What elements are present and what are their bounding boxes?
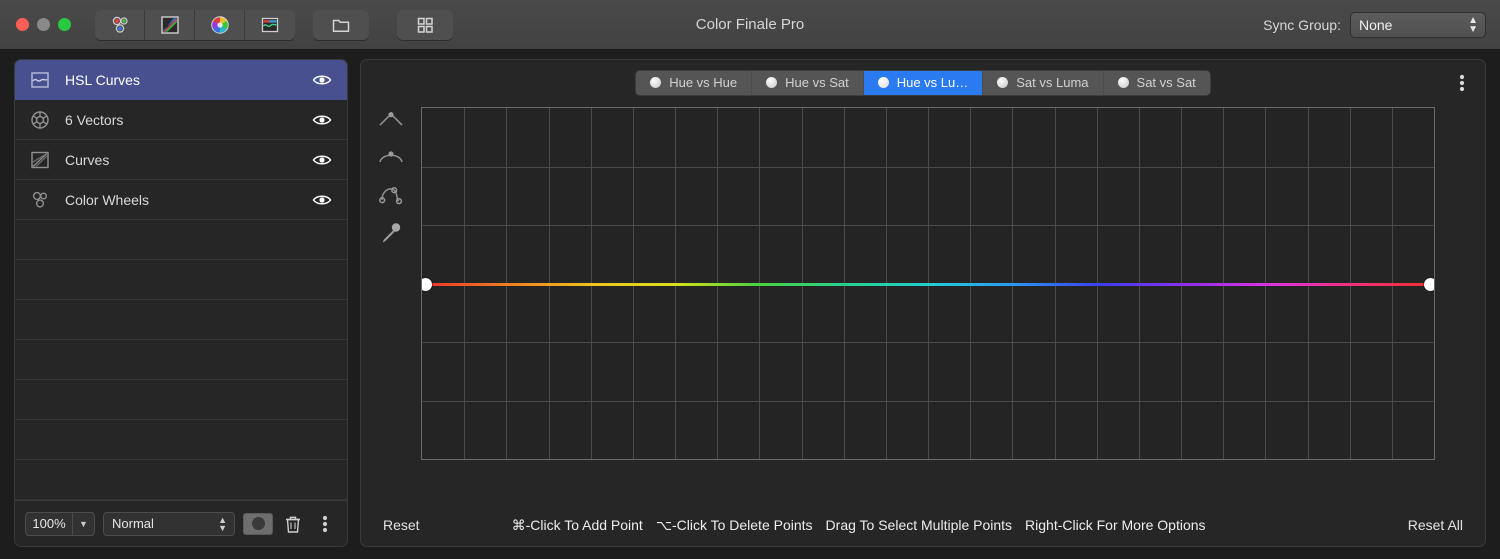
- visibility-toggle-icon[interactable]: [311, 109, 333, 131]
- blend-mode-select[interactable]: Normal ▲ ▼: [103, 511, 235, 536]
- tab-label: Hue vs Lu…: [896, 75, 969, 90]
- close-button[interactable]: [16, 18, 29, 31]
- chevron-updown-icon: ▲ ▼: [1468, 14, 1478, 35]
- tab-dot-icon: [650, 77, 662, 88]
- opacity-value: 100%: [32, 516, 66, 531]
- sync-group-label: Sync Group:: [1263, 16, 1341, 33]
- eyedropper-icon[interactable]: [376, 221, 406, 245]
- tab-hue-vs-luma[interactable]: Hue vs Lu…: [863, 70, 984, 95]
- corner-point-icon[interactable]: [376, 107, 406, 131]
- layer-more-button[interactable]: [313, 514, 337, 534]
- delete-layer-button[interactable]: [281, 514, 305, 534]
- reset-all-button[interactable]: Reset All: [1408, 517, 1463, 533]
- folder-icon[interactable]: [313, 9, 369, 40]
- hue-curve-line[interactable]: [422, 283, 1434, 286]
- tab-sat-vs-luma[interactable]: Sat vs Luma: [983, 70, 1104, 95]
- layer-row-empty: [15, 260, 347, 300]
- panel-more-button[interactable]: [1451, 70, 1473, 96]
- curve-mode-tabbar: Hue vs Hue Hue vs Sat Hue vs Lu… Sat vs …: [361, 60, 1485, 105]
- visibility-toggle-icon[interactable]: [311, 69, 333, 91]
- traffic-lights: [16, 18, 71, 31]
- color-wheels-icon[interactable]: [95, 9, 145, 40]
- graph-area: [361, 105, 1485, 504]
- six-vectors-icon[interactable]: [195, 9, 245, 40]
- layer-row-empty: [15, 340, 347, 380]
- tab-label: Hue vs Sat: [785, 75, 849, 90]
- chevron-updown-icon: ▲ ▼: [218, 514, 227, 533]
- smooth-point-icon[interactable]: [376, 145, 406, 169]
- hsl-curves-icon[interactable]: [245, 9, 295, 40]
- curve-mode-tabs[interactable]: Hue vs Hue Hue vs Sat Hue vs Lu… Sat vs …: [635, 69, 1211, 96]
- layer-row-empty: [15, 460, 347, 500]
- shortcut-hints: ⌘-Click To Add Point ⌥-Click To Delete P…: [512, 517, 1206, 534]
- layer-row-empty: [15, 420, 347, 460]
- tab-hue-vs-hue[interactable]: Hue vs Hue: [636, 70, 753, 95]
- layer-label: Color Wheels: [65, 191, 150, 208]
- grid-line-horizontal: [422, 167, 1434, 168]
- layers-sidebar: HSL Curves 6 Vectors Curves Color Wheels…: [14, 59, 348, 547]
- sidebar-item-curves[interactable]: Curves: [15, 140, 347, 180]
- sidebar-item-hsl-curves[interactable]: HSL Curves: [15, 60, 347, 100]
- bezier-node-icon[interactable]: [376, 183, 406, 207]
- minimize-button[interactable]: [37, 18, 50, 31]
- tab-hue-vs-sat[interactable]: Hue vs Sat: [752, 70, 864, 95]
- tab-dot-icon: [766, 77, 778, 88]
- color-wheels-icon: [27, 187, 53, 213]
- sidebar-item-color-wheels[interactable]: Color Wheels: [15, 180, 347, 220]
- layer-label: Curves: [65, 151, 110, 168]
- hint-select-multiple: Drag To Select Multiple Points: [825, 516, 1013, 533]
- visibility-toggle-icon[interactable]: [311, 189, 333, 211]
- layer-list: HSL Curves 6 Vectors Curves Color Wheels: [15, 60, 347, 500]
- curve-tools: [361, 105, 421, 504]
- sync-group-value: None: [1359, 16, 1393, 33]
- hsl-curves-panel: Hue vs Hue Hue vs Sat Hue vs Lu… Sat vs …: [360, 59, 1486, 547]
- curves-icon: [27, 147, 53, 173]
- sync-group-select[interactable]: None ▲ ▼: [1350, 11, 1486, 38]
- grid-line-horizontal: [422, 401, 1434, 402]
- blend-mode-value: Normal: [112, 516, 154, 531]
- tab-label: Hue vs Hue: [669, 75, 738, 90]
- sidebar-item-6-vectors[interactable]: 6 Vectors: [15, 100, 347, 140]
- grid-line-horizontal: [422, 225, 1434, 226]
- opacity-control[interactable]: 100% ▼: [25, 511, 95, 536]
- tab-dot-icon: [997, 77, 1009, 88]
- hint-more-options: Right-Click For More Options: [1025, 516, 1206, 533]
- main-body: HSL Curves 6 Vectors Curves Color Wheels…: [0, 50, 1500, 559]
- mask-icon: [251, 517, 265, 530]
- tab-dot-icon: [877, 77, 889, 88]
- sync-group-control: Sync Group: None ▲ ▼: [1263, 11, 1486, 38]
- tab-label: Sat vs Luma: [1016, 75, 1089, 90]
- title-bar: Color Finale Pro Sync Group: None ▲ ▼: [0, 0, 1500, 50]
- layer-row-empty: [15, 220, 347, 260]
- tab-label: Sat vs Sat: [1136, 75, 1196, 90]
- six-vectors-icon: [27, 107, 53, 133]
- maximize-button[interactable]: [58, 18, 71, 31]
- mode-segmented-control[interactable]: [95, 9, 295, 40]
- layer-label: 6 Vectors: [65, 111, 124, 128]
- curve-graph-wrap: [421, 105, 1455, 504]
- layer-footer-toolbar: 100% ▼ Normal ▲ ▼: [15, 500, 347, 546]
- grid-line-horizontal: [422, 342, 1434, 343]
- hint-delete-points: ⌥-Click To Delete Points: [655, 516, 813, 533]
- mask-button[interactable]: [243, 512, 273, 535]
- hue-vs-luma-graph[interactable]: [421, 107, 1435, 460]
- curves-icon[interactable]: [145, 9, 195, 40]
- layer-row-empty: [15, 380, 347, 420]
- reset-button[interactable]: Reset: [383, 517, 420, 533]
- layer-row-empty: [15, 300, 347, 340]
- grid-icon[interactable]: [397, 9, 453, 40]
- graph-statusbar: Reset ⌘-Click To Add Point ⌥-Click To De…: [361, 504, 1485, 546]
- chevron-down-icon[interactable]: ▼: [72, 512, 94, 535]
- tab-dot-icon: [1117, 77, 1129, 88]
- curve-point-right[interactable]: [1424, 278, 1434, 291]
- tab-sat-vs-sat[interactable]: Sat vs Sat: [1103, 70, 1210, 95]
- hsl-curves-icon: [27, 67, 53, 93]
- layer-label: HSL Curves: [65, 71, 140, 88]
- hint-add-point: ⌘-Click To Add Point: [511, 516, 643, 533]
- visibility-toggle-icon[interactable]: [311, 149, 333, 171]
